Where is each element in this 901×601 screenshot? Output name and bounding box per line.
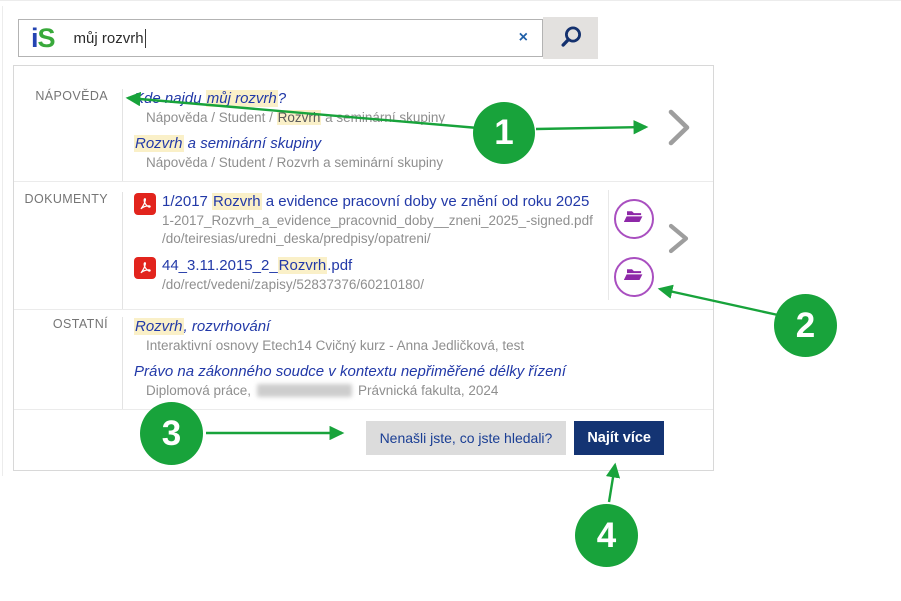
- redacted-name: [257, 384, 352, 397]
- other-result-2: Právo na zákonného soudce v kontextu nep…: [134, 362, 713, 400]
- text-caret: [145, 29, 146, 48]
- section-label-napoveda: NÁPOVĚDA: [14, 89, 123, 181]
- folder-icon: [624, 208, 644, 230]
- callout-badge-2: 2: [774, 294, 837, 357]
- callout-badge-3: 3: [140, 402, 203, 465]
- callout-badge-1: 1: [473, 102, 535, 164]
- help-result-2-link[interactable]: Rozvrh a seminární skupiny: [134, 134, 321, 153]
- chevron-right-icon-dokumenty[interactable]: [667, 222, 691, 256]
- help-result-2: Rozvrh a seminární skupiny Nápověda / St…: [134, 134, 713, 172]
- search-query-text: můj rozvrh: [74, 29, 146, 48]
- search-button[interactable]: [543, 17, 598, 59]
- open-folder-button-1[interactable]: [614, 199, 654, 239]
- section-label-ostatni: OSTATNÍ: [14, 317, 123, 409]
- pdf-icon: [134, 257, 156, 279]
- page-top-edge: [0, 0, 901, 1]
- other-result-1: Rozvrh, rozvrhování Interaktivní osnovy …: [134, 317, 713, 355]
- other-result-1-link[interactable]: Rozvrh, rozvrhování: [134, 317, 270, 336]
- other-result-2-link[interactable]: Právo na zákonného soudce v kontextu nep…: [134, 362, 566, 381]
- document-result-2-link[interactable]: 44_3.11.2015_2_Rozvrh.pdf: [162, 256, 352, 275]
- section-napoveda: NÁPOVĚDA Kde najdu můj rozvrh? Nápověda …: [14, 66, 713, 181]
- document-result-1-link[interactable]: 1/2017 Rozvrh a evidence pracovní doby v…: [162, 192, 589, 211]
- help-result-1-link[interactable]: Kde najdu můj rozvrh?: [134, 89, 286, 108]
- callout-badge-4: 4: [575, 504, 638, 567]
- document-result-2-path: /do/rect/vedeni/zapisy/52837376/60210180…: [162, 276, 424, 294]
- document-result-1-filename: 1-2017_Rozvrh_a_evidence_pracovnid_doby_…: [162, 212, 593, 230]
- help-result-1-breadcrumb: Nápověda / Student / Rozvrh a seminární …: [134, 108, 713, 127]
- folder-icon: [624, 266, 644, 288]
- documents-actions-divider: [608, 190, 609, 300]
- panel-footer: Nenašli jste, co jste hledali? Najít víc…: [14, 409, 713, 470]
- help-result-1: Kde najdu můj rozvrh? Nápověda / Student…: [134, 89, 713, 127]
- section-label-dokumenty: DOKUMENTY: [14, 192, 123, 309]
- help-result-2-breadcrumb: Nápověda / Student / Rozvrh a seminární …: [134, 153, 713, 172]
- chevron-right-icon-napoveda[interactable]: [666, 108, 692, 148]
- is-logo: iS: [31, 25, 55, 52]
- page-left-edge: [2, 6, 3, 476]
- magnifier-icon: [558, 24, 584, 53]
- clear-search-icon[interactable]: ×: [519, 20, 528, 56]
- other-result-2-description: Diplomová práce,Právnická fakulta, 2024: [134, 381, 713, 400]
- other-result-1-description: Interaktivní osnovy Etech14 Cvičný kurz …: [134, 336, 713, 355]
- pdf-icon: [134, 193, 156, 215]
- document-result-1-path: /do/teiresias/uredni_deska/predpisy/opat…: [162, 230, 593, 248]
- search-input[interactable]: iS můj rozvrh ×: [18, 19, 543, 57]
- section-ostatni: OSTATNÍ Rozvrh, rozvrhování Interaktivní…: [14, 309, 713, 409]
- not-found-button[interactable]: Nenašli jste, co jste hledali?: [366, 421, 567, 455]
- open-folder-button-2[interactable]: [614, 257, 654, 297]
- find-more-button[interactable]: Najít více: [574, 421, 664, 455]
